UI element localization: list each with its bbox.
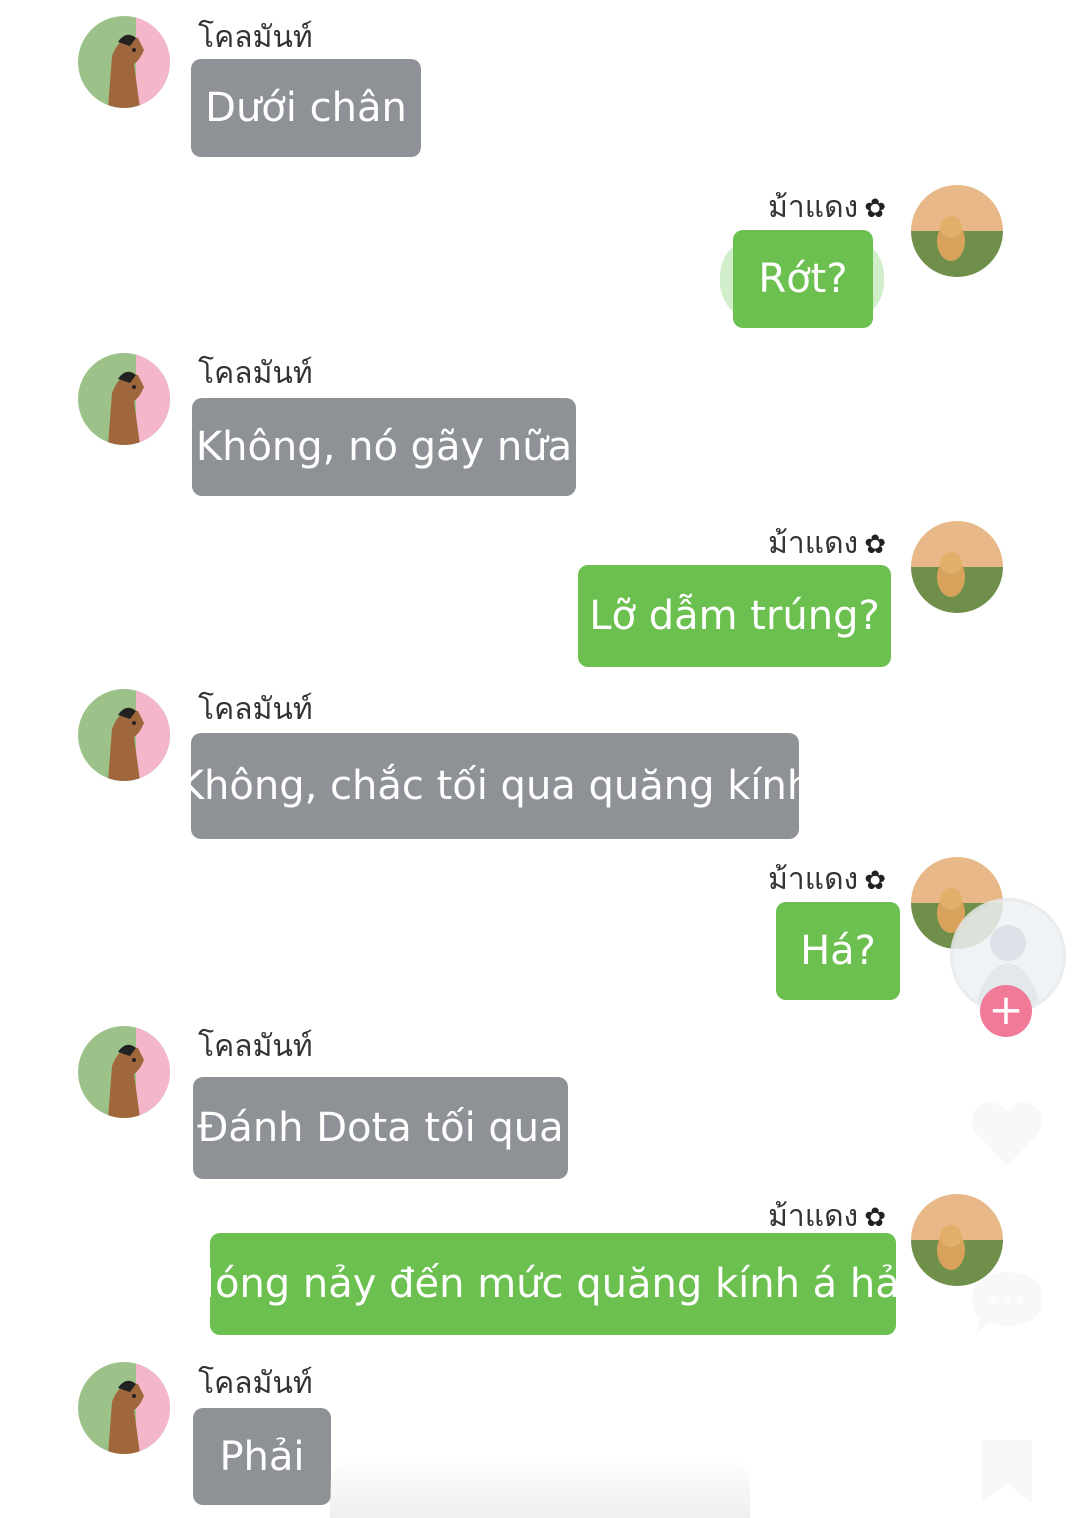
heart-icon[interactable] <box>968 1098 1046 1170</box>
sender-name-row: ม้าแดง ✿ <box>700 190 886 227</box>
sender-name: ม้าแดง <box>768 862 859 897</box>
sender-name: โคลมันท์ <box>198 20 313 55</box>
sender-name: ม้าแดง <box>768 526 859 561</box>
flower-icon: ✿ <box>864 866 886 896</box>
user-avatar-dog[interactable] <box>911 185 1003 277</box>
message-bubble[interactable]: Nóng nảy đến mức quăng kính á hả? <box>185 1233 921 1335</box>
flower-icon: ✿ <box>864 530 886 560</box>
message-bubble[interactable]: Rớt? <box>733 230 873 328</box>
dog-avatar-icon <box>911 521 1003 613</box>
horse-avatar-icon <box>78 1026 170 1118</box>
sender-name: โคลมันท์ <box>198 356 313 391</box>
message-bubble[interactable]: Không, nó gãy nữa <box>192 398 576 496</box>
sender-avatar-horse[interactable] <box>78 689 170 781</box>
horse-avatar-icon <box>78 1362 170 1454</box>
sender-name-row: ม้าแดง ✿ <box>700 526 886 563</box>
message-bubble[interactable]: Không, chắc tối qua quăng kính <box>178 733 812 839</box>
sender-avatar-horse[interactable] <box>78 1362 170 1454</box>
flower-icon: ✿ <box>864 1203 886 1233</box>
user-avatar-dog[interactable] <box>911 521 1003 613</box>
sender-name: โคลมันท์ <box>198 1029 313 1064</box>
sender-name: ม้าแดง <box>768 190 859 225</box>
horse-avatar-icon <box>78 16 170 108</box>
dog-avatar-icon <box>911 185 1003 277</box>
sender-name-row: ม้าแดง ✿ <box>700 862 886 899</box>
sender-name: โคลมันท์ <box>198 692 313 727</box>
horse-avatar-icon <box>78 353 170 445</box>
bookmark-icon[interactable] <box>976 1438 1038 1504</box>
message-bubble[interactable]: Dưới chân <box>191 59 421 157</box>
sender-avatar-horse[interactable] <box>78 16 170 108</box>
sender-avatar-horse[interactable] <box>78 353 170 445</box>
follow-plus-button[interactable]: + <box>980 985 1032 1037</box>
comment-icon[interactable] <box>968 1268 1046 1338</box>
sender-name-row: ม้าแดง ✿ <box>700 1199 886 1236</box>
message-bubble[interactable]: Đánh Dota tối qua <box>193 1077 568 1179</box>
horse-avatar-icon <box>78 689 170 781</box>
message-bubble[interactable]: Lỡ dẫm trúng? <box>578 565 891 667</box>
message-bubble[interactable]: Há? <box>776 902 900 1000</box>
sender-name: โคลมันท์ <box>198 1366 313 1401</box>
message-bubble[interactable]: Phải <box>193 1408 331 1505</box>
flower-icon: ✿ <box>864 194 886 224</box>
bottom-fade-overlay <box>330 1456 750 1518</box>
sender-avatar-horse[interactable] <box>78 1026 170 1118</box>
sender-name: ม้าแดง <box>768 1199 859 1234</box>
